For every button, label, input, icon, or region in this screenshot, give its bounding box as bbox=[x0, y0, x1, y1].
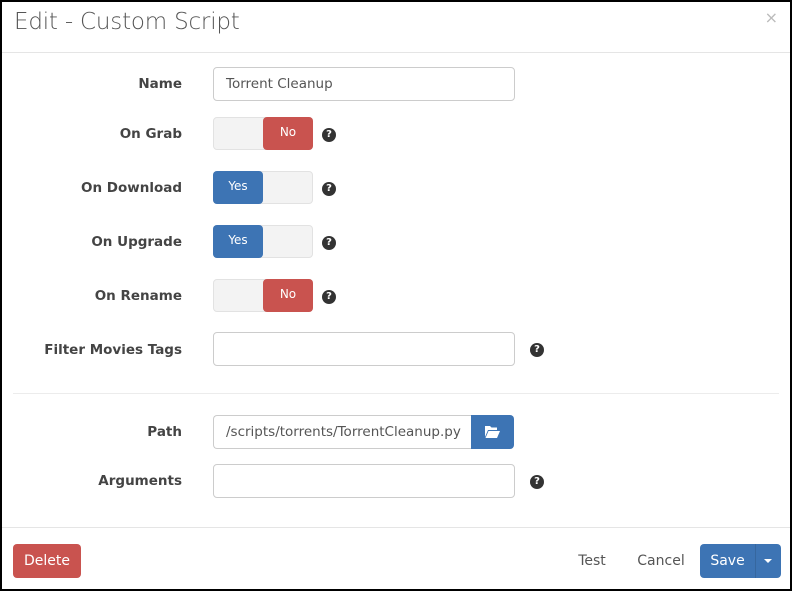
browse-path-button[interactable] bbox=[471, 415, 514, 449]
save-button[interactable]: Save bbox=[700, 544, 755, 578]
arguments-label: Arguments bbox=[98, 473, 182, 489]
cancel-button[interactable]: Cancel bbox=[632, 544, 690, 578]
on-grab-label: On Grab bbox=[119, 126, 182, 142]
save-options-dropdown[interactable] bbox=[755, 544, 781, 578]
help-icon[interactable]: ? bbox=[530, 343, 544, 357]
on-download-label: On Download bbox=[80, 180, 182, 196]
on-download-toggle[interactable]: Yes bbox=[213, 171, 313, 204]
edit-custom-script-modal: Edit - Custom Script × Name Torrent Clea… bbox=[2, 2, 790, 589]
close-icon[interactable]: × bbox=[765, 10, 778, 26]
name-input[interactable]: Torrent Cleanup bbox=[213, 67, 515, 101]
on-upgrade-label: On Upgrade bbox=[91, 234, 182, 250]
on-rename-toggle[interactable]: No bbox=[213, 279, 313, 312]
help-icon[interactable]: ? bbox=[530, 475, 544, 489]
folder-open-icon bbox=[485, 426, 500, 438]
on-rename-toggle-value: No bbox=[263, 279, 313, 312]
on-download-toggle-value: Yes bbox=[213, 171, 263, 204]
modal-header: Edit - Custom Script × bbox=[2, 2, 790, 53]
caret-down-icon bbox=[764, 559, 772, 563]
filter-movies-tags-label: Filter Movies Tags bbox=[44, 342, 182, 358]
path-input[interactable]: /scripts/torrents/TorrentCleanup.py bbox=[213, 415, 472, 449]
modal-footer: Delete Test Cancel Save bbox=[2, 527, 790, 589]
on-upgrade-toggle-value: Yes bbox=[213, 225, 263, 258]
help-icon[interactable]: ? bbox=[322, 290, 336, 304]
arguments-input[interactable] bbox=[213, 464, 515, 498]
test-button[interactable]: Test bbox=[570, 544, 614, 578]
on-upgrade-toggle[interactable]: Yes bbox=[213, 225, 313, 258]
on-grab-toggle[interactable]: No bbox=[213, 117, 313, 150]
path-label: Path bbox=[147, 424, 182, 440]
section-divider bbox=[13, 393, 779, 394]
on-grab-toggle-value: No bbox=[263, 117, 313, 150]
name-label: Name bbox=[138, 76, 182, 92]
help-icon[interactable]: ? bbox=[322, 182, 336, 196]
help-icon[interactable]: ? bbox=[322, 236, 336, 250]
on-rename-label: On Rename bbox=[94, 288, 182, 304]
help-icon[interactable]: ? bbox=[322, 128, 336, 142]
filter-movies-tags-input[interactable] bbox=[213, 332, 515, 366]
modal-title: Edit - Custom Script bbox=[14, 9, 240, 35]
delete-button[interactable]: Delete bbox=[13, 544, 81, 578]
